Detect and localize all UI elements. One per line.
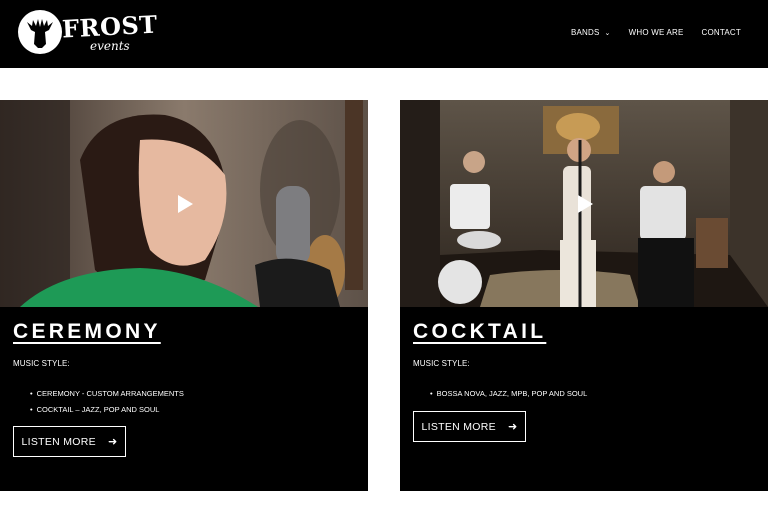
arrow-right-icon: ➜ (507, 421, 518, 433)
cocktail-video[interactable] (400, 100, 768, 307)
band-card-cocktail: COCKTAIL MUSIC STYLE: BOSSA NOVA, JAZZ, … (400, 100, 768, 491)
nav-bands[interactable]: BANDS ⌄ (571, 28, 611, 37)
button-label: LISTEN MORE (21, 435, 96, 448)
nav-bands-label: BANDS (570, 28, 600, 37)
style-list: BOSSA NOVA, JAZZ, MPB, POP AND SOUL (430, 386, 588, 402)
moose-emblem-icon (18, 10, 62, 54)
play-icon[interactable] (172, 192, 196, 216)
list-item: BOSSA NOVA, JAZZ, MPB, POP AND SOUL (430, 386, 588, 402)
site-header: FROST events BANDS ⌄ WHO WE ARE CONTACT (0, 0, 768, 68)
main-nav: BANDS ⌄ WHO WE ARE CONTACT (571, 28, 741, 37)
listen-more-button[interactable]: LISTEN MORE ➜ (13, 426, 126, 457)
listen-more-button[interactable]: LISTEN MORE ➜ (413, 411, 526, 442)
nav-who-we-are[interactable]: WHO WE ARE (629, 28, 684, 37)
card-title: CEREMONY (13, 320, 161, 343)
frost-events-logo[interactable]: FROST events (18, 10, 158, 58)
ceremony-video[interactable] (0, 100, 368, 307)
nav-contact[interactable]: CONTACT (702, 28, 741, 37)
logo-subtitle: events (90, 39, 130, 53)
band-card-ceremony: CEREMONY MUSIC STYLE: CEREMONY - CUSTOM … (0, 100, 368, 491)
chevron-down-icon: ⌄ (604, 30, 611, 37)
style-list: CEREMONY - CUSTOM ARRANGEMENTS COCKTAIL … (30, 386, 184, 417)
music-style-label: MUSIC STYLE: (13, 359, 70, 368)
card-title: COCKTAIL (413, 320, 547, 343)
music-style-label: MUSIC STYLE: (413, 359, 470, 368)
list-item: CEREMONY - CUSTOM ARRANGEMENTS (30, 386, 184, 402)
arrow-right-icon: ➜ (107, 436, 118, 448)
play-icon[interactable] (572, 192, 596, 216)
button-label: LISTEN MORE (421, 420, 496, 433)
list-item: COCKTAIL – JAZZ, POP AND SOUL (30, 402, 184, 418)
